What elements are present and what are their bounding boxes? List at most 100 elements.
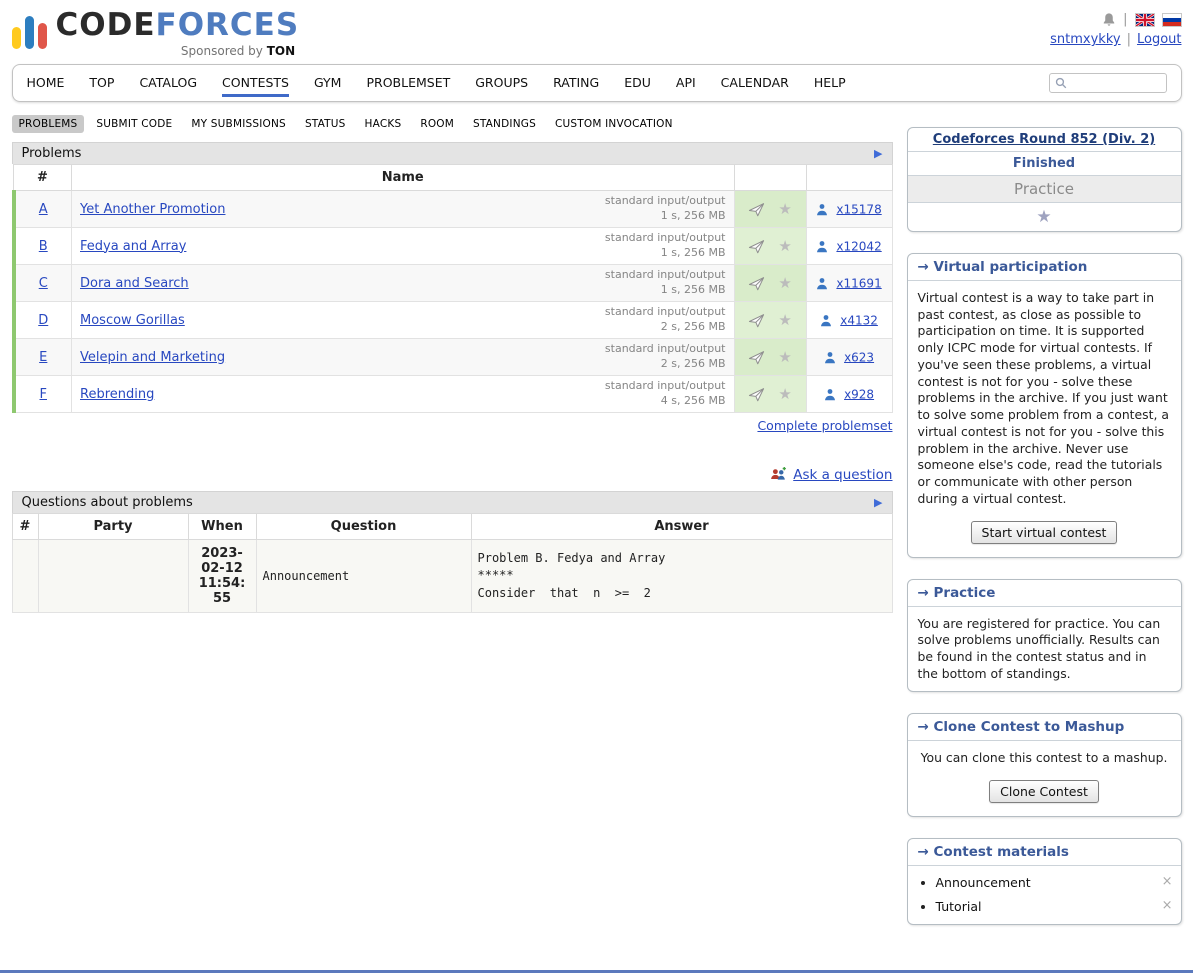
submit-solution-icon[interactable]: [748, 313, 765, 328]
problem-constraints: standard input/output 2 s, 256 MB: [605, 342, 726, 372]
nav-link[interactable]: CALENDAR: [721, 75, 789, 90]
problem-io: standard input/output: [605, 231, 726, 246]
clone-mashup-title: → Clone Contest to Mashup: [908, 714, 1181, 741]
favorite-star-icon[interactable]: ★: [778, 237, 791, 255]
favorite-star-icon[interactable]: ★: [778, 274, 791, 292]
contest-subnav: PROBLEMS SUBMIT CODE MY SUBMISSIONS STAT…: [12, 115, 893, 133]
codeforces-logo[interactable]: CODEFORCES Sponsored by TON: [12, 10, 300, 58]
ask-question-link[interactable]: Ask a question: [793, 467, 892, 483]
col-header-when: When: [188, 514, 256, 540]
questions-tbody: 2023-02-12 11:54:55 Announcement Problem…: [12, 540, 892, 613]
favorite-star-icon[interactable]: ★: [778, 311, 791, 329]
problem-row: C Dora and Search standard input/output …: [14, 265, 893, 302]
solved-count-link[interactable]: x15178: [836, 202, 881, 216]
problem-letter-link[interactable]: D: [38, 313, 48, 328]
problem-name-link[interactable]: Velepin and Marketing: [80, 350, 225, 365]
nav-link[interactable]: RATING: [553, 75, 599, 90]
start-virtual-contest-button[interactable]: Start virtual contest: [971, 521, 1118, 544]
problem-name-link[interactable]: Yet Another Promotion: [80, 202, 225, 217]
col-header-number: #: [12, 514, 38, 540]
problem-constraints: standard input/output 1 s, 256 MB: [605, 194, 726, 224]
subnav-tab[interactable]: STATUS: [298, 115, 353, 133]
favorite-star-icon[interactable]: ★: [778, 200, 791, 218]
solved-count-link[interactable]: x11691: [836, 276, 881, 290]
notification-bell-icon[interactable]: [1102, 12, 1116, 27]
nav-link[interactable]: HOME: [27, 75, 65, 90]
flag-russian-icon[interactable]: [1162, 13, 1182, 27]
nav-link[interactable]: TOP: [89, 75, 114, 90]
nav-link[interactable]: PROBLEMSET: [366, 75, 450, 90]
expand-arrow-icon[interactable]: ▶: [874, 147, 882, 160]
submit-solution-icon[interactable]: [748, 239, 765, 254]
problem-letter-cell: B: [14, 228, 72, 265]
solved-count-link[interactable]: x623: [844, 350, 874, 364]
nav-link[interactable]: CONTESTS: [222, 75, 289, 97]
problems-tbody: A Yet Another Promotion standard input/o…: [14, 191, 893, 413]
problem-name-link[interactable]: Rebrending: [80, 387, 154, 402]
subnav-tab[interactable]: STANDINGS: [466, 115, 543, 133]
complete-problemset-link[interactable]: Complete problemset: [757, 418, 892, 433]
problem-name-link[interactable]: Fedya and Array: [80, 239, 186, 254]
problem-letter-cell: D: [14, 302, 72, 339]
clone-contest-button[interactable]: Clone Contest: [989, 780, 1099, 803]
question-answer-cell: Problem B. Fedya and Array ***** Conside…: [471, 540, 892, 613]
col-header-solved: [806, 165, 892, 191]
material-link[interactable]: Tutorial: [936, 899, 982, 914]
submit-solution-icon[interactable]: [748, 202, 765, 217]
submit-solution-icon[interactable]: [748, 276, 765, 291]
problem-name-link[interactable]: Dora and Search: [80, 276, 189, 291]
search-input[interactable]: [1071, 76, 1161, 90]
col-header-answer: Answer: [471, 514, 892, 540]
subnav-tab[interactable]: ROOM: [413, 115, 461, 133]
subnav-tab[interactable]: SUBMIT CODE: [89, 115, 179, 133]
questions-section: Questions about problems ▶ # Party When …: [12, 491, 893, 613]
nav-link[interactable]: HELP: [814, 75, 846, 90]
contest-title-link[interactable]: Codeforces Round 852 (Div. 2): [933, 132, 1155, 147]
problem-letter-link[interactable]: F: [40, 387, 47, 402]
contest-favorite-star-icon[interactable]: ★: [1036, 207, 1051, 227]
page: CODEFORCES Sponsored by TON | sntmxykky …: [12, 0, 1182, 946]
question-row: 2023-02-12 11:54:55 Announcement Problem…: [12, 540, 892, 613]
problem-name-link[interactable]: Moscow Gorillas: [80, 313, 185, 328]
logo-forces: FORCES: [156, 7, 300, 43]
col-header-question: Question: [256, 514, 471, 540]
username-link[interactable]: sntmxykky: [1050, 32, 1120, 47]
remove-material-icon[interactable]: ×: [1162, 898, 1173, 913]
subnav-tab[interactable]: HACKS: [358, 115, 409, 133]
submit-solution-icon[interactable]: [748, 387, 765, 402]
problem-letter-cell: C: [14, 265, 72, 302]
practice-text: You are registered for practice. You can…: [908, 607, 1181, 692]
problem-limits: 1 s, 256 MB: [605, 209, 726, 224]
nav-item: PROBLEMSET: [366, 75, 450, 91]
remove-material-icon[interactable]: ×: [1162, 874, 1173, 889]
nav-link[interactable]: EDU: [624, 75, 651, 90]
expand-arrow-icon[interactable]: ▶: [874, 496, 882, 509]
ask-question-icon: [770, 467, 787, 483]
content: PROBLEMS SUBMIT CODE MY SUBMISSIONS STAT…: [12, 102, 1182, 946]
subnav-tab[interactable]: CUSTOM INVOCATION: [548, 115, 680, 133]
nav-link[interactable]: CATALOG: [139, 75, 197, 90]
problem-solved-cell: x928: [806, 376, 892, 413]
submit-solution-icon[interactable]: [748, 350, 765, 365]
subnav-tab[interactable]: MY SUBMISSIONS: [184, 115, 293, 133]
flag-english-icon[interactable]: [1135, 13, 1155, 27]
problem-letter-link[interactable]: A: [39, 202, 48, 217]
favorite-star-icon[interactable]: ★: [778, 385, 791, 403]
problem-letter-link[interactable]: B: [39, 239, 48, 254]
solved-count-link[interactable]: x12042: [836, 239, 881, 253]
problem-letter-link[interactable]: E: [39, 350, 47, 365]
material-link[interactable]: Announcement: [936, 875, 1031, 890]
nav-link[interactable]: API: [676, 75, 696, 90]
nav-link[interactable]: GROUPS: [475, 75, 528, 90]
clone-mashup-text: You can clone this contest to a mashup.: [908, 741, 1181, 776]
nav-link[interactable]: GYM: [314, 75, 341, 90]
logo-wordmark: CODEFORCES: [56, 10, 300, 41]
col-header-name: Name: [72, 165, 735, 191]
problem-letter-link[interactable]: C: [39, 276, 48, 291]
solved-count-link[interactable]: x928: [844, 387, 874, 401]
favorite-star-icon[interactable]: ★: [778, 348, 791, 366]
solved-count-link[interactable]: x4132: [840, 313, 878, 327]
logout-link[interactable]: Logout: [1137, 32, 1182, 47]
subnav-tab[interactable]: PROBLEMS: [12, 115, 85, 133]
problem-row: E Velepin and Marketing standard input/o…: [14, 339, 893, 376]
